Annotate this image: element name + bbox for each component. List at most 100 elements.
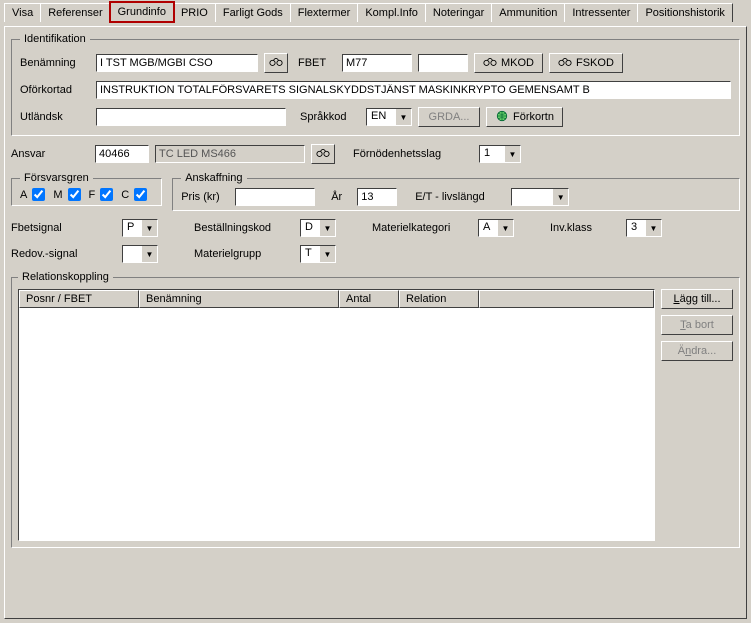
ansvar-label: Ansvar <box>11 148 89 160</box>
col-posnr[interactable]: Posnr / FBET <box>19 290 139 308</box>
col-benamning[interactable]: Benämning <box>139 290 339 308</box>
tab-komplinfo[interactable]: Kompl.Info <box>357 3 426 22</box>
tab-referenser[interactable]: Referenser <box>40 3 110 22</box>
anskaffning-legend: Anskaffning <box>181 172 246 184</box>
globe-icon <box>495 110 509 125</box>
fornoden-label: Förnödenhetsslag <box>353 148 473 160</box>
forkortn-label: Förkortn <box>513 111 554 123</box>
oforkortad-input[interactable] <box>96 81 731 99</box>
lagg-till-button[interactable]: Lägg till... <box>661 289 733 309</box>
materielgrupp-select[interactable]: T ▼ <box>300 245 336 263</box>
relation-list-header: Posnr / FBET Benämning Antal Relation <box>19 290 654 308</box>
tab-intressenter[interactable]: Intressenter <box>564 3 638 22</box>
materielkategori-value: A <box>479 220 497 236</box>
tab-noteringar[interactable]: Noteringar <box>425 3 492 22</box>
fskod-label: FSKOD <box>576 57 614 69</box>
bestallningskod-label: Beställningskod <box>194 222 294 234</box>
materielkategori-label: Materielkategori <box>372 222 472 234</box>
et-select[interactable]: ▼ <box>511 188 569 206</box>
chevron-down-icon: ▼ <box>319 220 335 236</box>
relation-legend: Relationskoppling <box>18 271 113 283</box>
tab-grundinfo[interactable]: Grundinfo <box>110 2 174 22</box>
col-empty[interactable] <box>479 290 654 308</box>
fg-a-label: A <box>20 189 27 201</box>
tab-ammunition[interactable]: Ammunition <box>491 3 565 22</box>
sprakkod-label: Språkkod <box>300 111 360 123</box>
invklass-select[interactable]: 3 ▼ <box>626 219 662 237</box>
invklass-value: 3 <box>627 220 645 236</box>
utlandsk-label: Utländsk <box>20 111 90 123</box>
fg-c-checkbox[interactable] <box>134 188 147 201</box>
materielgrupp-label: Materielgrupp <box>194 248 294 260</box>
chevron-down-icon: ▼ <box>395 109 411 125</box>
materielgrupp-value: T <box>301 246 319 262</box>
mkod-label: MKOD <box>501 57 534 69</box>
redov-select[interactable]: ▼ <box>122 245 158 263</box>
tab-panel: Identifikation Benämning FBET MKOD FSKOD… <box>4 26 747 619</box>
tab-positionshistorik[interactable]: Positionshistorik <box>637 3 732 22</box>
redov-value <box>123 246 141 262</box>
relation-group: Relationskoppling Posnr / FBET Benämning… <box>11 271 740 548</box>
utlandsk-input[interactable] <box>96 108 286 126</box>
et-value <box>512 189 552 205</box>
chevron-down-icon: ▼ <box>141 246 157 262</box>
benamning-search-button[interactable] <box>264 53 288 73</box>
andra-button[interactable]: Ändra... <box>661 341 733 361</box>
tab-farligtgods[interactable]: Farligt Gods <box>215 3 291 22</box>
fbet-input-2[interactable] <box>418 54 468 72</box>
fbetsignal-value: P <box>123 220 141 236</box>
tab-bar: VisaReferenserGrundinfoPRIOFarligt GodsF… <box>0 0 751 22</box>
ansvar-search-button[interactable] <box>311 144 335 164</box>
binoculars-icon <box>558 56 572 71</box>
benamning-input[interactable] <box>96 54 258 72</box>
mkod-button[interactable]: MKOD <box>474 53 543 73</box>
pris-label: Pris (kr) <box>181 191 229 203</box>
bestallningskod-select[interactable]: D ▼ <box>300 219 336 237</box>
materielkategori-select[interactable]: A ▼ <box>478 219 514 237</box>
fbet-input[interactable] <box>342 54 412 72</box>
col-relation[interactable]: Relation <box>399 290 479 308</box>
tab-flextermer[interactable]: Flextermer <box>290 3 359 22</box>
ar-label: År <box>331 191 351 203</box>
fg-f-checkbox[interactable] <box>100 188 113 201</box>
chevron-down-icon: ▼ <box>319 246 335 262</box>
benamning-label: Benämning <box>20 57 90 69</box>
forkortn-button[interactable]: Förkortn <box>486 107 563 127</box>
fg-a-checkbox[interactable] <box>32 188 45 201</box>
anskaffning-group: Anskaffning Pris (kr) År E/T - livslängd… <box>172 172 740 211</box>
bestallningskod-value: D <box>301 220 319 236</box>
sprakkod-value: EN <box>367 109 395 125</box>
chevron-down-icon: ▼ <box>645 220 661 236</box>
fbetsignal-label: Fbetsignal <box>11 222 116 234</box>
binoculars-icon <box>269 56 283 71</box>
chevron-down-icon: ▼ <box>552 189 568 205</box>
fg-m-checkbox[interactable] <box>68 188 81 201</box>
forsvarsgren-group: Försvarsgren A M F C <box>11 172 162 206</box>
binoculars-icon <box>483 56 497 71</box>
fbetsignal-select[interactable]: P ▼ <box>122 219 158 237</box>
tab-prio[interactable]: PRIO <box>173 3 216 22</box>
fornoden-select[interactable]: 1 ▼ <box>479 145 521 163</box>
tab-visa[interactable]: Visa <box>4 3 41 22</box>
ar-input[interactable] <box>357 188 397 206</box>
oforkortad-label: Oförkortad <box>20 84 90 96</box>
grda-button[interactable]: GRDA... <box>418 107 480 127</box>
pris-input[interactable] <box>235 188 315 206</box>
identifikation-group: Identifikation Benämning FBET MKOD FSKOD… <box>11 33 740 136</box>
col-antal[interactable]: Antal <box>339 290 399 308</box>
ansvar-code-input[interactable] <box>95 145 149 163</box>
binoculars-icon <box>316 147 330 162</box>
fskod-button[interactable]: FSKOD <box>549 53 623 73</box>
chevron-down-icon: ▼ <box>141 220 157 236</box>
ansvar-name-input <box>155 145 305 163</box>
fg-m-label: M <box>53 189 62 201</box>
ta-bort-button[interactable]: Ta bort <box>661 315 733 335</box>
identifikation-legend: Identifikation <box>20 33 90 45</box>
sprakkod-select[interactable]: EN ▼ <box>366 108 412 126</box>
chevron-down-icon: ▼ <box>497 220 513 236</box>
relation-list[interactable]: Posnr / FBET Benämning Antal Relation <box>18 289 655 541</box>
chevron-down-icon: ▼ <box>504 146 520 162</box>
fbet-label: FBET <box>298 57 336 69</box>
et-label: E/T - livslängd <box>415 191 505 203</box>
grda-label: GRDA... <box>429 111 470 123</box>
